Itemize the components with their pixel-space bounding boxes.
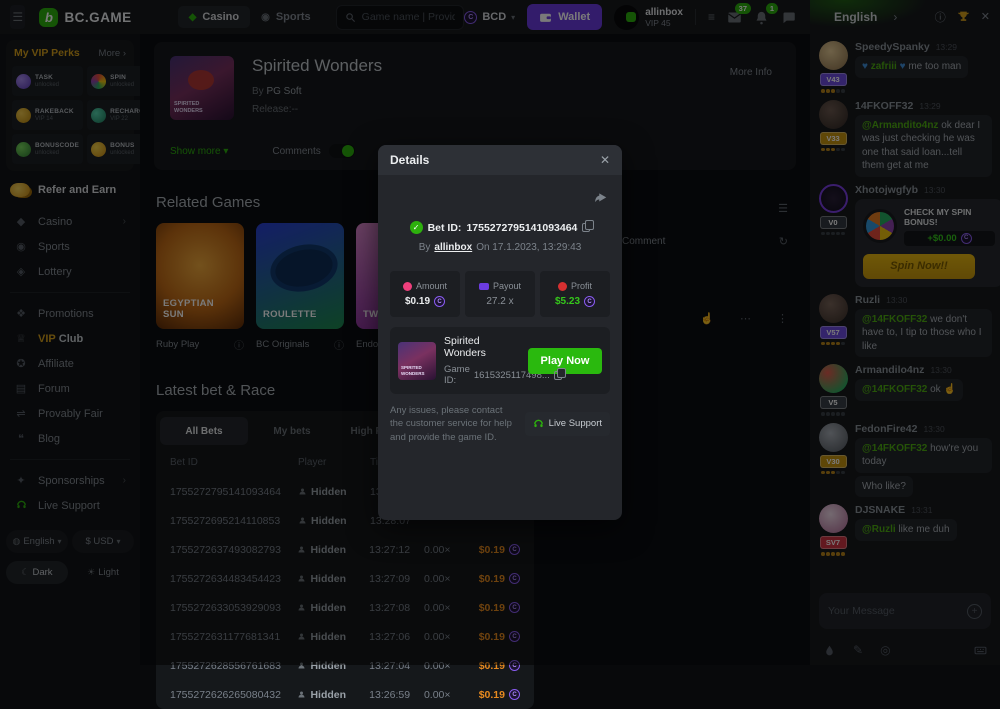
support-note: Any issues, please contact the customer … (390, 404, 517, 444)
share-icon[interactable] (594, 191, 608, 210)
verified-icon: ✓ (410, 221, 423, 234)
copy-icon[interactable] (554, 371, 562, 380)
game-thumbnail: SPIRITED WONDERS (398, 342, 436, 380)
live-support-button[interactable]: Live Support (525, 412, 610, 436)
modal-title: Details (390, 153, 429, 167)
coin-icon: C (509, 689, 520, 700)
close-icon[interactable]: ✕ (600, 153, 610, 167)
card-icon (479, 283, 489, 290)
modal-header: Details ✕ (378, 145, 622, 175)
stat-profit: Profit $5.23C (540, 271, 610, 317)
coin-icon: C (434, 296, 445, 307)
user-icon (297, 690, 306, 699)
stat-payout: Payout 27.2 x (465, 271, 535, 317)
headset-icon (533, 418, 544, 429)
table-row[interactable]: 1755272626265080432Hidden13:26:590.00×$0… (156, 680, 534, 709)
details-modal: Details ✕ ✓ Bet ID: 1755272795141093464 … (378, 145, 622, 520)
bet-owner-link[interactable]: allinbox (434, 242, 472, 253)
stat-amount: Amount $0.19C (390, 271, 460, 317)
bet-stats: Amount $0.19C Payout 27.2 x Profit $5.23… (390, 271, 610, 317)
modal-game-card: SPIRITED WONDERS Spirited Wonders Game I… (390, 327, 610, 394)
profit-icon (558, 282, 567, 291)
piggy-icon (403, 282, 412, 291)
coin-icon: C (584, 296, 595, 307)
bet-id-value: 1755272795141093464 (466, 222, 577, 234)
modal-game-name: Spirited Wonders (444, 335, 520, 359)
copy-icon[interactable] (582, 223, 590, 232)
bet-date: On 17.1.2023, 13:29:43 (476, 242, 581, 253)
